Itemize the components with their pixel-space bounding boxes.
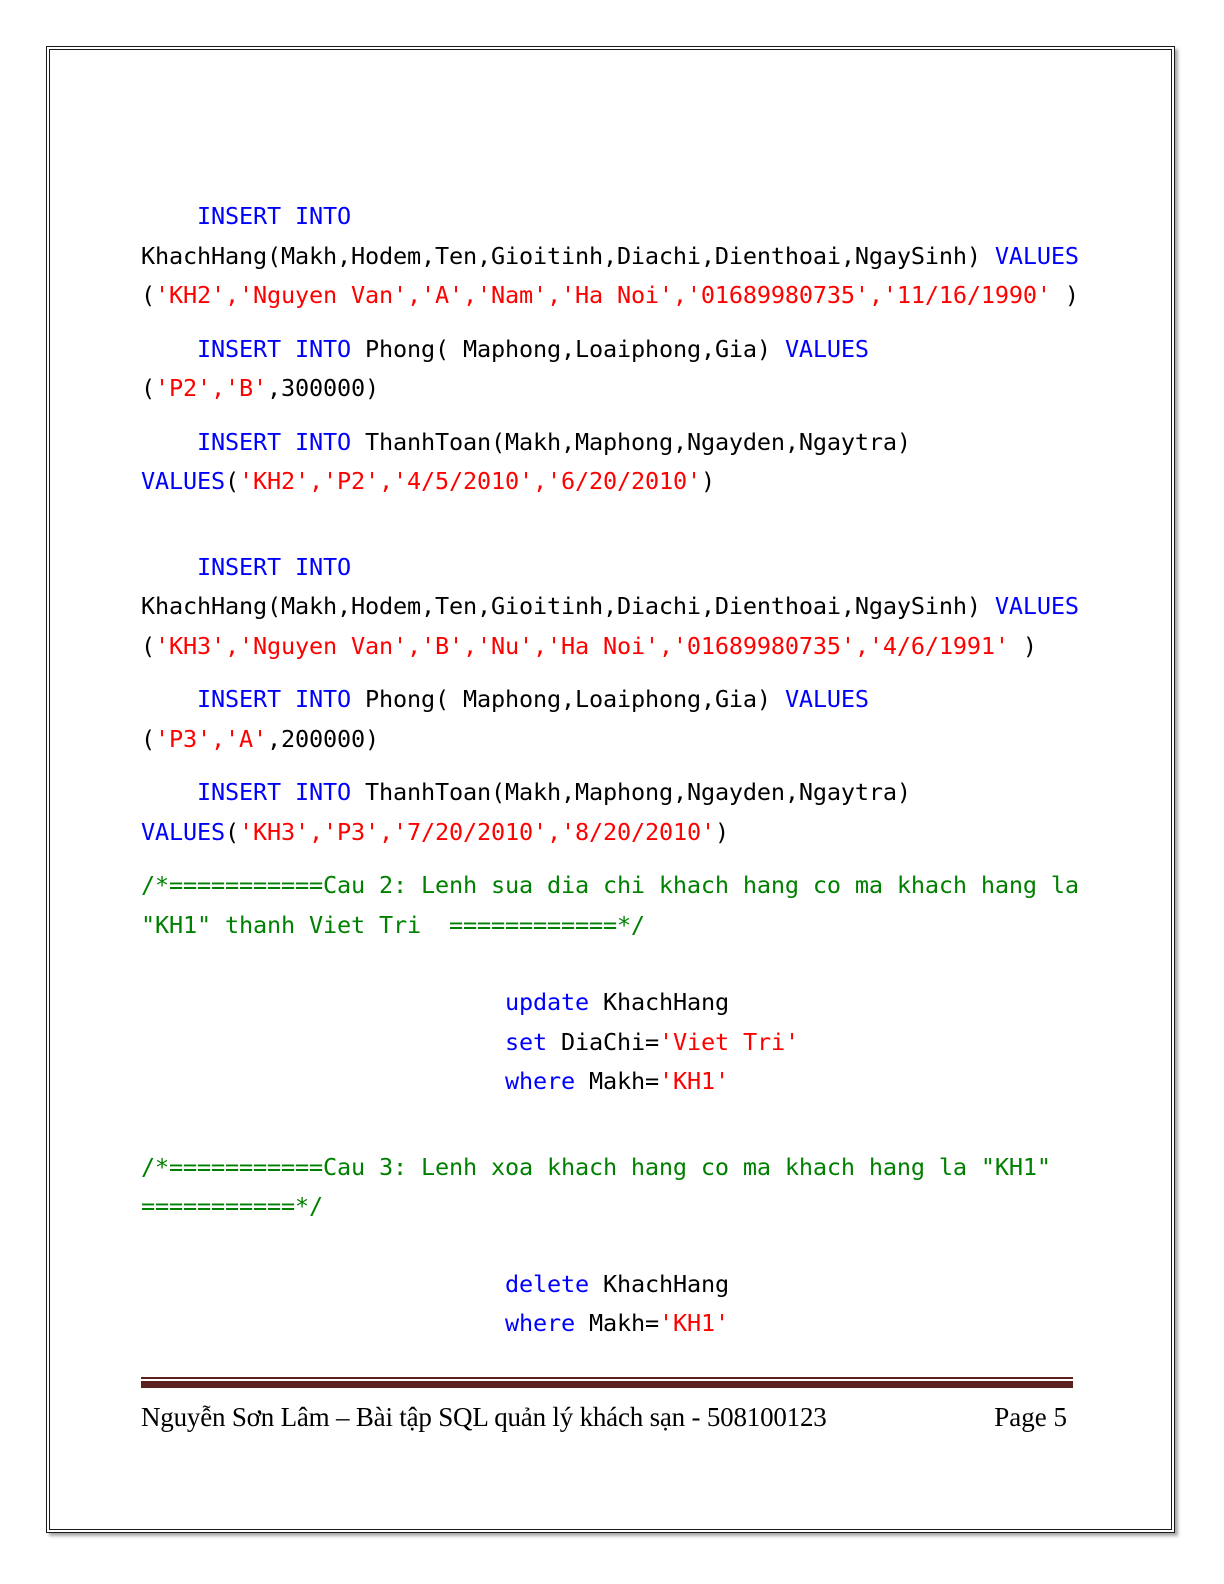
- footer-author-line: Nguyễn Sơn Lâm – Bài tập SQL quản lý khá…: [141, 1402, 827, 1432]
- code-span-str: 'KH3','Nguyen Van','B','Nu','Ha Noi','01…: [155, 631, 1009, 660]
- document-body: INSERT INTO KhachHang(Makh,Hodem,Ten,Gio…: [141, 197, 1081, 1344]
- code-span-plain: (: [225, 467, 239, 495]
- code-block-insert-thanhtoan-kh2: INSERT INTO ThanhToan(Makh,Maphong,Ngayd…: [141, 423, 1081, 502]
- code-span-kw: VALUES: [141, 817, 225, 846]
- code-span-plain: [141, 1309, 505, 1337]
- code-span-kw: VALUES: [141, 467, 225, 495]
- code-span-str: 'KH1': [658, 1067, 729, 1095]
- vertical-spacer: [141, 945, 1081, 983]
- code-block-insert-phong-p2: INSERT INTO Phong( Maphong,Loaiphong,Gia…: [141, 330, 1081, 409]
- code-span-plain: Phong( Maphong,Loaiphong,Gia): [350, 334, 785, 363]
- code-block-insert-phong-p3: INSERT INTO Phong( Maphong,Loaiphong,Gia…: [141, 680, 1081, 759]
- code-span-plain: [351, 202, 365, 230]
- code-span-kw: INSERT INTO: [197, 334, 351, 363]
- code-span-kw: delete: [504, 1269, 589, 1298]
- code-span-plain: ,200000): [267, 724, 379, 753]
- code-span-plain: [141, 1028, 505, 1056]
- code-span-plain: [141, 685, 197, 713]
- code-span-plain: [141, 553, 197, 581]
- code-span-plain: [141, 335, 197, 363]
- code-span-kw: INSERT INTO: [197, 202, 351, 230]
- code-span-plain: KhachHang: [588, 988, 729, 1016]
- code-span-plain: (: [225, 817, 239, 846]
- footer-page-number: Page 5: [994, 1402, 1067, 1432]
- code-span-plain: Phong( Maphong,Loaiphong,Gia): [350, 685, 785, 713]
- code-span-str: 'P2','B': [155, 374, 267, 402]
- code-span-plain: [351, 553, 365, 581]
- code-span-kw: VALUES: [784, 334, 869, 363]
- code-span-plain: [141, 1067, 505, 1095]
- code-span-plain: ): [1008, 631, 1037, 660]
- vertical-spacer: [141, 502, 1081, 548]
- vertical-spacer: [141, 316, 1081, 330]
- code-span-plain: ThanhToan(Makh,Maphong,Ngayden,Ngaytra): [350, 778, 925, 806]
- code-span-plain: KhachHang(Makh,Hodem,Ten,Gioitinh,Diachi…: [141, 592, 995, 620]
- code-span-plain: Makh=: [574, 1309, 659, 1337]
- code-span-plain: DiaChi=: [546, 1027, 659, 1056]
- code-span-str: 'KH1': [658, 1309, 729, 1337]
- code-span-kw: INSERT INTO: [197, 427, 351, 456]
- footer-rule-thick: [141, 1381, 1073, 1388]
- page-footer: Nguyễn Sơn Lâm – Bài tập SQL quản lý khá…: [141, 1377, 1073, 1433]
- code-block-insert-thanhtoan-kh3: INSERT INTO ThanhToan(Makh,Maphong,Ngayd…: [141, 773, 1081, 852]
- code-span-cmt: /*===========Cau 3: Lenh xoa khach hang …: [141, 1152, 1079, 1221]
- code-span-plain: [141, 202, 197, 230]
- code-span-plain: ,300000): [267, 374, 379, 402]
- code-span-kw: VALUES: [784, 685, 869, 713]
- code-span-str: 'KH2','P2','4/5/2010','6/20/2010': [239, 467, 701, 495]
- code-span-str: 'KH3','P3','7/20/2010','8/20/2010': [239, 817, 715, 846]
- code-block-insert-khachhang-kh3: INSERT INTO KhachHang(Makh,Hodem,Ten,Gio…: [141, 548, 1081, 667]
- code-span-kw: where: [504, 1067, 575, 1095]
- code-span-str: 'P3','A': [155, 724, 267, 753]
- vertical-spacer: [141, 852, 1081, 866]
- code-span-plain: [141, 988, 505, 1016]
- code-span-kw: INSERT INTO: [197, 778, 351, 806]
- footer-text-row: Nguyễn Sơn Lâm – Bài tập SQL quản lý khá…: [141, 1402, 1073, 1433]
- code-span-plain: ): [714, 817, 729, 846]
- code-span-kw: INSERT INTO: [197, 685, 351, 713]
- vertical-spacer: [141, 666, 1081, 680]
- vertical-spacer: [141, 409, 1081, 423]
- vertical-spacer: [141, 1227, 1081, 1265]
- code-block-delete-khachhang: delete KhachHang where Makh='KH1': [141, 1265, 1081, 1344]
- code-span-plain: KhachHang: [588, 1269, 729, 1298]
- code-span-plain: KhachHang(Makh,Hodem,Ten,Gioitinh,Diachi…: [141, 241, 995, 270]
- code-span-plain: [141, 428, 197, 456]
- code-span-plain: Makh=: [574, 1067, 659, 1095]
- code-span-plain: ): [1050, 281, 1079, 309]
- page-sheet: INSERT INTO KhachHang(Makh,Hodem,Ten,Gio…: [46, 46, 1175, 1533]
- code-span-str: 'KH2','Nguyen Van','A','Nam','Ha Noi','0…: [155, 281, 1051, 309]
- code-block-comment-cau-2: /*===========Cau 2: Lenh sua dia chi kha…: [141, 866, 1081, 945]
- vertical-spacer: [141, 1102, 1081, 1148]
- code-span-kw: VALUES: [994, 241, 1079, 270]
- code-span-plain: ): [700, 467, 715, 495]
- code-block-update-khachhang: update KhachHang set DiaChi='Viet Tri' w…: [141, 983, 1081, 1102]
- code-span-kw: update: [504, 988, 589, 1016]
- code-span-plain: [141, 778, 197, 806]
- vertical-spacer: [141, 759, 1081, 773]
- code-span-plain: [141, 1270, 505, 1298]
- code-block-insert-khachhang-kh2: INSERT INTO KhachHang(Makh,Hodem,Ten,Gio…: [141, 197, 1081, 316]
- code-span-cmt: /*===========Cau 2: Lenh sua dia chi kha…: [141, 871, 1093, 939]
- code-span-str: 'Viet Tri': [658, 1027, 799, 1056]
- code-span-kw: INSERT INTO: [197, 552, 351, 581]
- code-block-comment-cau-3: /*===========Cau 3: Lenh xoa khach hang …: [141, 1148, 1081, 1227]
- code-span-plain: ThanhToan(Makh,Maphong,Ngayden,Ngaytra): [350, 427, 925, 456]
- code-span-kw: where: [504, 1309, 575, 1337]
- code-span-kw: set: [504, 1027, 547, 1056]
- code-span-kw: VALUES: [994, 592, 1079, 620]
